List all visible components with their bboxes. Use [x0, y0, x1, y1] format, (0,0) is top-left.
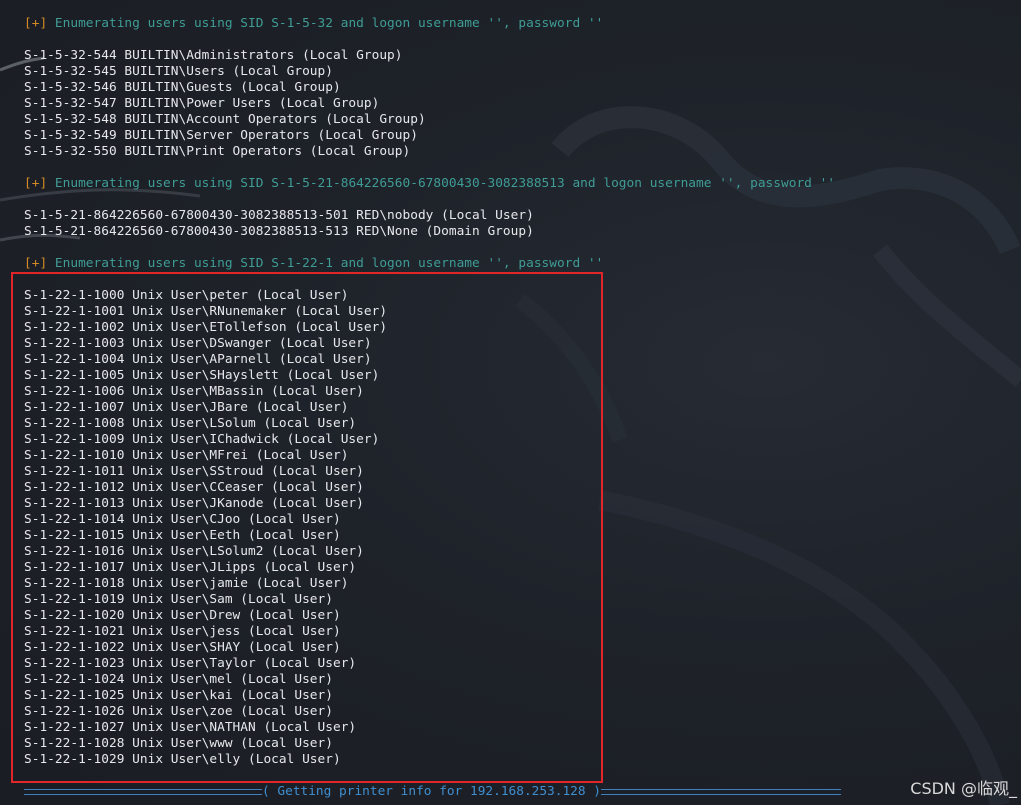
status-marker: [+]	[24, 16, 48, 31]
status-line-unix: [+] Enumerating users using SID S-1-22-1…	[24, 256, 1014, 272]
status-text: Enumerating users using SID S-1-5-21-864…	[47, 176, 836, 191]
output-line: S-1-5-32-544 BUILTIN\Administrators (Loc…	[24, 48, 403, 63]
watermark: CSDN @临观_	[910, 779, 1017, 798]
output-line: S-1-5-32-547 BUILTIN\Power Users (Local …	[24, 96, 380, 111]
status-text: Enumerating users using SID S-1-5-32 and…	[47, 16, 604, 31]
output-line: S-1-5-32-550 BUILTIN\Print Operators (Lo…	[24, 144, 411, 159]
status-marker: [+]	[24, 256, 48, 271]
output-line: S-1-5-21-864226560-67800430-3082388513-5…	[24, 208, 534, 223]
output-line: S-1-5-32-545 BUILTIN\Users (Local Group)	[24, 64, 333, 79]
red-highlight-annotation	[11, 272, 603, 783]
terminal-window[interactable]: [+] Enumerating users using SID S-1-5-32…	[0, 0, 1021, 805]
output-line: S-1-5-21-864226560-67800430-3082388513-5…	[24, 224, 534, 239]
status-marker: [+]	[24, 176, 48, 191]
status-line-domain: [+] Enumerating users using SID S-1-5-21…	[24, 176, 1014, 192]
output-line: S-1-5-32-549 BUILTIN\Server Operators (L…	[24, 128, 418, 143]
status-line-builtin: [+] Enumerating users using SID S-1-5-32…	[24, 16, 1014, 32]
section-divider: ( Getting printer info for 192.168.253.1…	[24, 784, 841, 800]
output-line: S-1-5-32-548 BUILTIN\Account Operators (…	[24, 112, 426, 127]
divider-title: ( Getting printer info for 192.168.253.1…	[262, 784, 601, 799]
divider-rule-right	[601, 789, 841, 795]
output-line: S-1-5-32-546 BUILTIN\Guests (Local Group…	[24, 80, 341, 95]
divider-rule-left	[24, 789, 262, 795]
status-text: Enumerating users using SID S-1-22-1 and…	[47, 256, 604, 271]
